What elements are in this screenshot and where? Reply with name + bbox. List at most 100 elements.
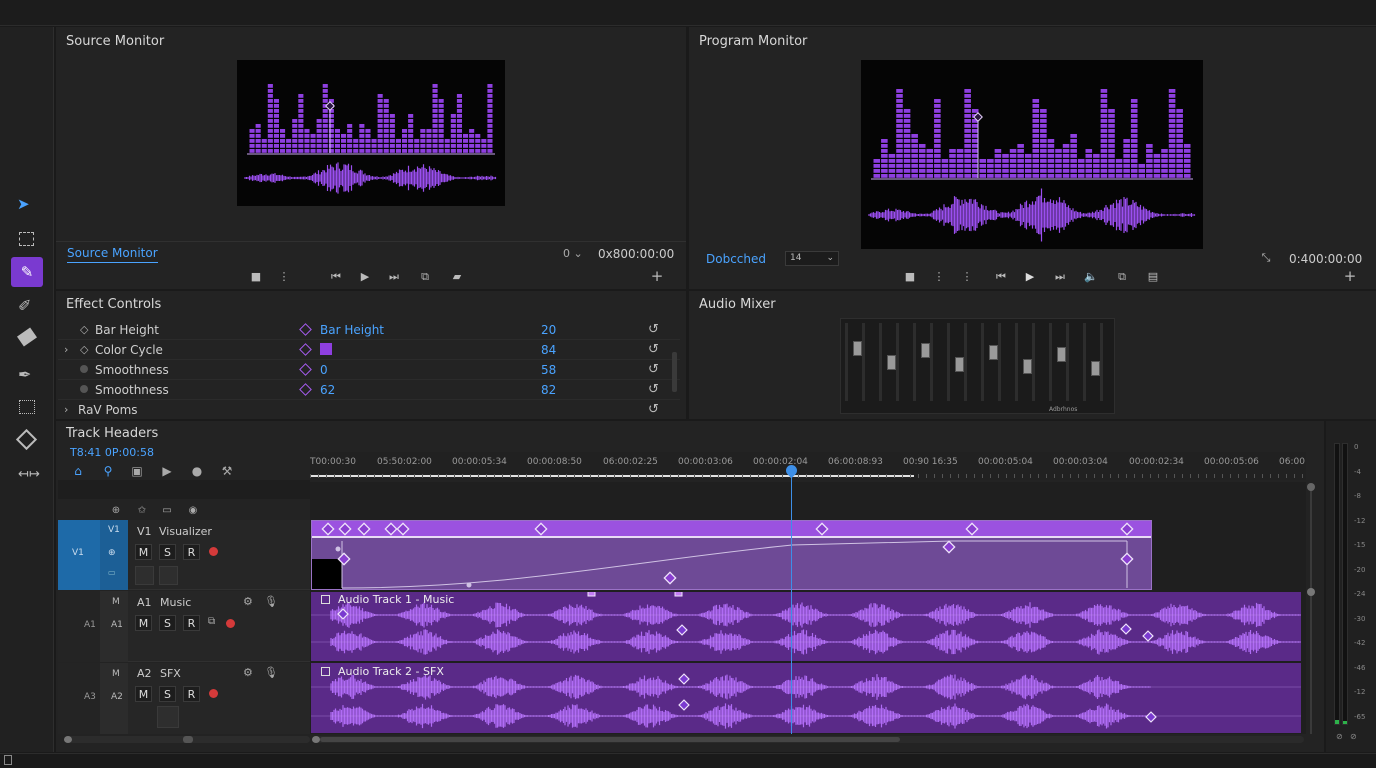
solo-button[interactable]: S [159, 544, 176, 560]
ripple-tool-icon[interactable]: ↤↦ [18, 467, 40, 482]
mixer-fader-handle[interactable] [955, 357, 964, 372]
effect-row-smoothness[interactable]: Smoothness 0 58 ↺ [58, 360, 680, 380]
timeline-timecode[interactable]: T8:41 0P:00:58 [70, 446, 154, 459]
meter-solo-icon[interactable]: ⊘ [1336, 732, 1343, 741]
reset-icon[interactable]: ↺ [648, 402, 659, 417]
timeline-scrollbar[interactable] [314, 736, 1304, 743]
track-target-a2[interactable]: A3 [58, 663, 100, 734]
track-source-toggle[interactable]: M A1 [100, 591, 128, 662]
record-arm-button[interactable]: R [183, 544, 200, 560]
timeline-scroll-handle-left[interactable] [312, 736, 320, 743]
record-dot-icon[interactable] [226, 619, 235, 628]
vertical-zoom-handle-top[interactable] [1307, 483, 1315, 491]
eyedropper-tool-icon[interactable]: ✒ [18, 365, 31, 384]
timeline-scroll-thumb[interactable] [320, 737, 900, 742]
anchor-tool-icon[interactable] [15, 428, 38, 451]
effect-row-bar-height[interactable]: ◇ Bar Height Bar Height 20 ↺ [58, 320, 680, 340]
camera-icon[interactable]: ▶ [159, 463, 175, 479]
header-scroll-handle-left[interactable] [64, 736, 72, 743]
source-monitor-tab[interactable]: Source Monitor [67, 246, 158, 263]
source-play-icon[interactable]: ▶ [356, 267, 374, 285]
effect-row-value-label[interactable]: 62 [320, 383, 335, 397]
reset-icon[interactable]: ↺ [648, 342, 659, 357]
reset-icon[interactable]: ↺ [648, 382, 659, 397]
keyframe-toggle-icon[interactable] [299, 363, 312, 376]
keyframe-toggle-icon[interactable] [299, 343, 312, 356]
record-dot-icon[interactable] [209, 689, 218, 698]
mixer-fader-handle[interactable] [1057, 347, 1066, 362]
eraser-tool-icon[interactable] [17, 327, 37, 347]
selection-tool-icon[interactable]: ➤ [17, 195, 37, 215]
vertical-zoom-track[interactable] [1310, 484, 1312, 734]
record-arm-button[interactable]: R [183, 615, 200, 631]
track-eye-icon[interactable]: ◉ [185, 503, 201, 519]
program-volume-icon[interactable]: 🔈 [1082, 267, 1100, 285]
visualizer-clip[interactable] [311, 520, 1152, 590]
program-settings-icon[interactable]: ⤡ [1257, 248, 1275, 266]
keyframe-toggle-icon[interactable] [299, 323, 312, 336]
mixer-fader-handle[interactable] [1023, 359, 1032, 374]
track-settings-icon[interactable]: ⚙ [243, 666, 253, 679]
source-stop-icon[interactable]: ■ [247, 267, 265, 285]
sfx-clip[interactable]: Audio Track 2 - SFX [311, 663, 1301, 733]
program-add-icon[interactable]: + [1341, 267, 1359, 285]
program-step-back-icon[interactable]: ⏮ [992, 267, 1010, 285]
pen-tool-icon[interactable]: ✎ [11, 257, 43, 287]
program-stop-icon[interactable]: ■ [901, 267, 919, 285]
mixer-fader-handle[interactable] [887, 355, 896, 370]
effect-row-raw-params[interactable]: › RaV Poms ↺ [58, 400, 680, 420]
linked-selection-icon[interactable]: ▣ [129, 463, 145, 479]
source-fit-dropdown[interactable]: 0 ⌄ [563, 247, 583, 260]
source-step-back-icon[interactable]: ⏮ [327, 267, 345, 285]
program-zoom-dropdown[interactable]: 14 ⌄ [785, 251, 839, 266]
mixer-fader-handle[interactable] [989, 345, 998, 360]
record-arm-button[interactable]: R [183, 686, 200, 702]
track-source-toggle[interactable]: V1 ⊕ ▭ [100, 520, 128, 590]
track-sync-icon[interactable]: ✩ [134, 503, 150, 519]
mute-button[interactable]: M [135, 544, 152, 560]
mute-button[interactable]: M [135, 686, 152, 702]
reset-icon[interactable]: ↺ [648, 322, 659, 337]
header-scroll-handle-right[interactable] [183, 736, 193, 743]
program-step-forward-icon[interactable]: ⏭ [1051, 267, 1069, 285]
clip-fx-icon[interactable] [321, 667, 330, 676]
effect-row-value[interactable]: 84 [541, 343, 556, 357]
voiceover-icon[interactable]: ⧉ [208, 616, 215, 627]
microphone-icon[interactable]: 🎙 [264, 666, 278, 679]
program-menu-icon[interactable]: ⋮ [958, 267, 976, 285]
program-timecode[interactable]: 0:400:00:00 [1289, 252, 1362, 266]
mixer-fader-handle[interactable] [853, 341, 862, 356]
effect-row-value[interactable]: 20 [541, 323, 556, 337]
stopwatch-icon[interactable]: ◇ [80, 343, 88, 356]
effect-row-value-label[interactable]: Bar Height [320, 323, 384, 337]
track-settings-icon[interactable]: ⚙ [243, 595, 253, 608]
microphone-icon[interactable]: 🎙 [264, 595, 278, 608]
crop-tool-icon[interactable] [19, 400, 35, 414]
expand-chevron-icon[interactable]: › [64, 343, 68, 356]
mute-button[interactable]: M [135, 615, 152, 631]
marker-icon[interactable]: ● [189, 463, 205, 479]
source-timecode[interactable]: 0x800:00:00 [598, 247, 674, 261]
status-file-icon[interactable] [4, 755, 12, 765]
track-lock-icon[interactable]: ⊕ [108, 503, 124, 519]
music-clip[interactable]: Audio Track 1 - Music [311, 592, 1301, 661]
program-lift-icon[interactable]: ⧉ [1113, 267, 1131, 285]
track-output-icon[interactable]: ▭ [159, 503, 175, 519]
solo-button[interactable]: S [159, 615, 176, 631]
stopwatch-icon[interactable]: ◇ [80, 323, 88, 336]
source-insert-icon[interactable]: ⧉ [416, 267, 434, 285]
meter-mute-icon[interactable]: ⊘ [1350, 732, 1357, 741]
marquee-tool-icon[interactable] [19, 232, 34, 246]
effect-controls-scrollbar[interactable] [672, 352, 677, 392]
track-source-toggle[interactable]: M A2 [100, 663, 128, 734]
clip-fx-icon[interactable] [321, 595, 330, 604]
effect-row-color-cycle[interactable]: › ◇ Color Cycle 84 ↺ [58, 340, 680, 360]
expand-chevron-icon[interactable]: › [64, 403, 68, 416]
reset-icon[interactable]: ↺ [648, 362, 659, 377]
program-marker-icon[interactable]: ⋮ [930, 267, 948, 285]
mixer-fader-handle[interactable] [921, 343, 930, 358]
snap-icon[interactable]: ⚲ [100, 463, 116, 479]
brush-tool-icon[interactable]: ✐ [18, 296, 31, 315]
record-dot-icon[interactable] [209, 547, 218, 556]
track-target-v1[interactable]: V1 [58, 520, 100, 590]
